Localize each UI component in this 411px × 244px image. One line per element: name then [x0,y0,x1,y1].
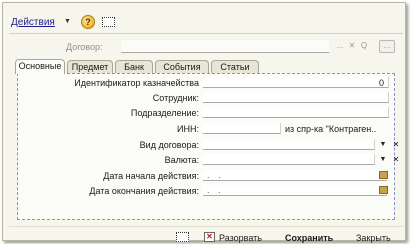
inn-hint: из спр-ка "Контраген.. [285,124,377,134]
end-date-value: . . [207,185,224,195]
contract-clear-button[interactable]: ✕ [346,40,358,52]
save-button[interactable]: Сохранить [285,233,333,243]
close-icon[interactable]: ✕ [390,154,402,165]
employee-field[interactable] [203,92,389,103]
employee-label: Сотрудник: [152,93,199,103]
treasury-id-row: Идентификатор казначейства 0 [18,77,394,88]
inn-row: ИНН: из спр-ка "Контраген.. [18,123,394,134]
tab-bank[interactable]: Банк [115,60,153,73]
contract-select-button[interactable]: ... [334,40,346,52]
main-tab-panel: Идентификатор казначейства 0 Сотрудник: … [17,73,399,220]
form-window: Действия ▼ ? Договор: ... ✕ Q ... Основн… [2,2,406,243]
start-date-value: . . [207,170,224,180]
end-date-label: Дата окончания действия: [89,186,199,196]
search-icon[interactable]: Q [358,40,370,52]
close-icon[interactable]: ✕ [390,139,402,150]
treasury-id-value: 0 [378,78,384,88]
chevron-down-icon[interactable]: ▼ [377,154,389,165]
help-icon[interactable]: ? [81,15,95,29]
tab-main[interactable]: Основные [15,59,65,74]
start-date-row: Дата начала действия: . . [18,170,394,181]
break-icon[interactable]: ✕ [204,232,215,242]
department-label: Подразделение: [130,108,199,118]
treasury-id-label: Идентификатор казначейства [74,78,199,88]
contract-label: Договор: [66,42,103,52]
department-row: Подразделение: [18,107,394,118]
currency-label: Валюта: [164,155,199,165]
contract-type-row: Вид договора: ▼ ✕ [18,139,399,150]
tab-events[interactable]: События [155,60,209,73]
inn-label: ИНН: [177,124,199,134]
calendar-icon[interactable] [379,171,388,179]
start-date-label: Дата начала действия: [103,171,199,181]
actions-menu[interactable]: Действия [11,17,55,28]
currency-field[interactable] [203,154,375,165]
contract-field[interactable] [121,40,329,53]
toolbar-divider [9,33,403,34]
close-button[interactable]: Закрыть [356,233,391,243]
treasury-id-field[interactable]: 0 [203,77,389,88]
contract-open-button[interactable]: ... [379,40,395,53]
break-button[interactable]: Разорвать [219,233,262,243]
dotted-frame-icon[interactable] [102,17,115,27]
start-date-field[interactable]: . . [203,170,387,181]
end-date-row: Дата окончания действия: . . [18,185,394,196]
contract-type-label: Вид договора: [139,140,199,150]
currency-row: Валюта: ▼ ✕ [18,154,399,165]
department-field[interactable] [203,107,389,118]
chevron-down-icon[interactable]: ▼ [377,139,389,150]
inn-field[interactable] [203,123,281,134]
dotted-frame-icon[interactable] [176,232,189,242]
employee-row: Сотрудник: [18,92,394,103]
tab-subject[interactable]: Предмет [67,60,113,73]
footer-divider [9,226,403,227]
calendar-icon[interactable] [379,186,388,194]
contract-type-field[interactable] [203,139,375,150]
chevron-down-icon[interactable]: ▼ [64,18,71,25]
tab-items[interactable]: Статьи [211,60,259,73]
end-date-field[interactable]: . . [203,185,387,196]
